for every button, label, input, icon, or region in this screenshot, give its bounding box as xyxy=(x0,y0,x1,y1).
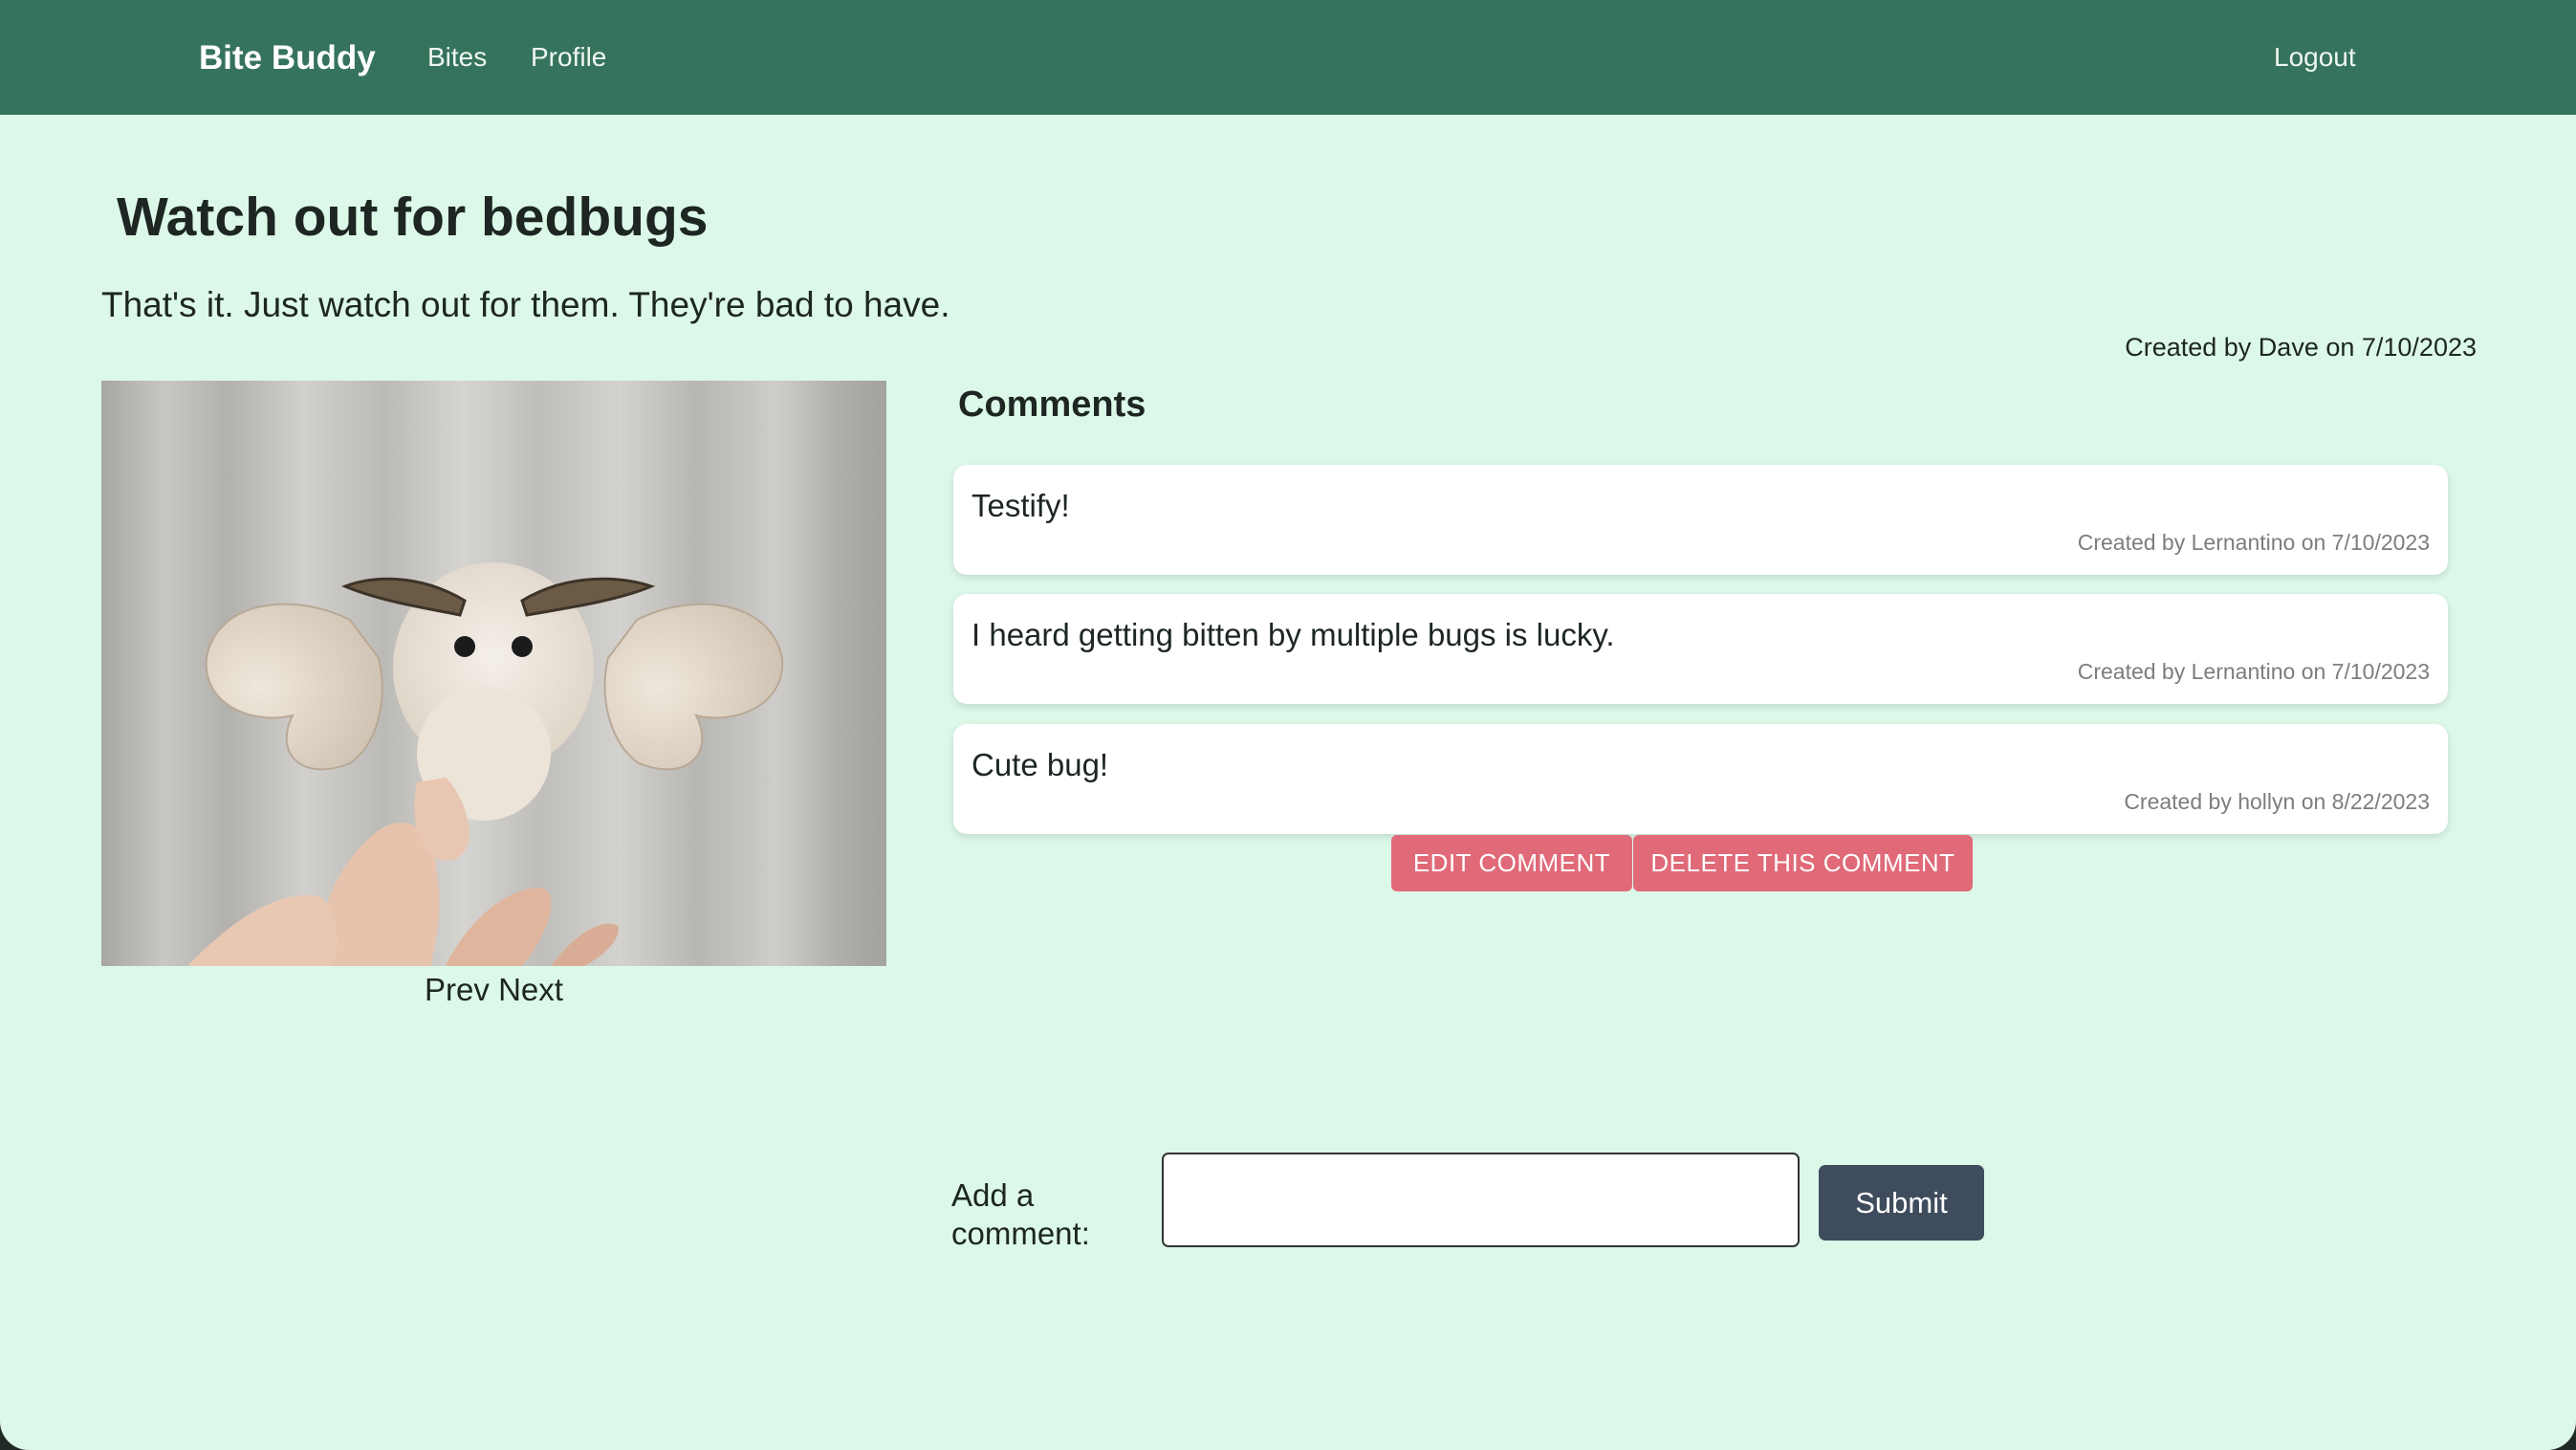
delete-comment-button[interactable]: DELETE THIS COMMENT xyxy=(1633,835,1973,891)
prev-button[interactable]: Prev xyxy=(425,972,490,1007)
comment-meta: Created by Lernantino on 7/10/2023 xyxy=(2077,530,2430,555)
moth-photo xyxy=(101,381,886,966)
next-button[interactable]: Next xyxy=(498,972,563,1007)
comment-card: Testify! Created by Lernantino on 7/10/2… xyxy=(953,465,2448,575)
nav-link-profile[interactable]: Profile xyxy=(531,44,606,71)
nav-link-bites[interactable]: Bites xyxy=(427,44,487,71)
brand-link[interactable]: Bite Buddy xyxy=(199,41,376,75)
comment-input[interactable] xyxy=(1162,1153,1800,1247)
comment-text: Cute bug! xyxy=(971,747,1109,782)
comment-meta: Created by hollyn on 8/22/2023 xyxy=(2124,789,2430,814)
comments-heading: Comments xyxy=(958,384,1146,425)
post-meta: Created by Dave on 7/10/2023 xyxy=(2125,333,2477,362)
comment-card: I heard getting bitten by multiple bugs … xyxy=(953,594,2448,704)
submit-button[interactable]: Submit xyxy=(1819,1165,1984,1241)
post-title: Watch out for bedbugs xyxy=(117,187,709,248)
comment-text: I heard getting bitten by multiple bugs … xyxy=(971,617,1615,652)
app-window: Bite Buddy Bites Profile Logout Watch ou… xyxy=(0,0,2576,1450)
comment-card: Cute bug! Created by hollyn on 8/22/2023 xyxy=(953,724,2448,834)
edit-comment-button[interactable]: EDIT COMMENT xyxy=(1391,835,1632,891)
logout-link[interactable]: Logout xyxy=(2274,44,2356,71)
post-description: That's it. Just watch out for them. They… xyxy=(101,285,950,324)
image-pager: Prev Next xyxy=(101,972,886,1008)
navbar: Bite Buddy Bites Profile Logout xyxy=(0,0,2576,115)
add-comment-label: Add a comment: xyxy=(951,1177,1090,1251)
comment-meta: Created by Lernantino on 7/10/2023 xyxy=(2077,659,2430,684)
comment-text: Testify! xyxy=(971,488,1070,523)
